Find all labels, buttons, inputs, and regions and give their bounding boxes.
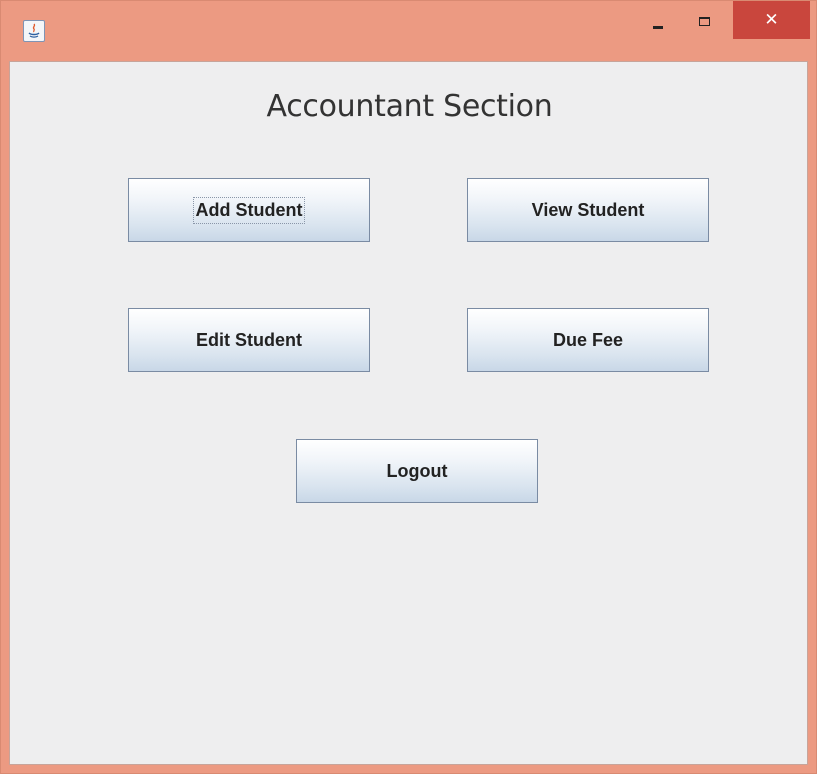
due-fee-label: Due Fee bbox=[552, 329, 624, 350]
view-student-label: View Student bbox=[531, 199, 645, 220]
logout-button[interactable]: Logout bbox=[296, 439, 538, 503]
edit-student-button[interactable]: Edit Student bbox=[128, 308, 370, 372]
minimize-icon bbox=[652, 25, 663, 29]
minimize-button[interactable] bbox=[635, 1, 680, 41]
title-bar[interactable]: ✕ bbox=[1, 1, 816, 61]
maximize-icon bbox=[699, 16, 710, 26]
view-student-button[interactable]: View Student bbox=[467, 178, 709, 242]
due-fee-button[interactable]: Due Fee bbox=[467, 308, 709, 372]
logout-label: Logout bbox=[386, 460, 448, 481]
page-title: Accountant Section bbox=[266, 89, 553, 124]
edit-student-label: Edit Student bbox=[196, 329, 302, 350]
add-student-label: Add Student bbox=[192, 196, 306, 224]
close-button[interactable]: ✕ bbox=[733, 1, 810, 39]
app-window: ✕ Accountant Section Add Student View St… bbox=[0, 0, 817, 774]
add-student-button[interactable]: Add Student bbox=[128, 178, 370, 242]
maximize-button[interactable] bbox=[682, 1, 727, 41]
content-panel bbox=[9, 61, 808, 765]
close-icon: ✕ bbox=[764, 9, 779, 30]
java-app-icon[interactable] bbox=[23, 20, 45, 42]
